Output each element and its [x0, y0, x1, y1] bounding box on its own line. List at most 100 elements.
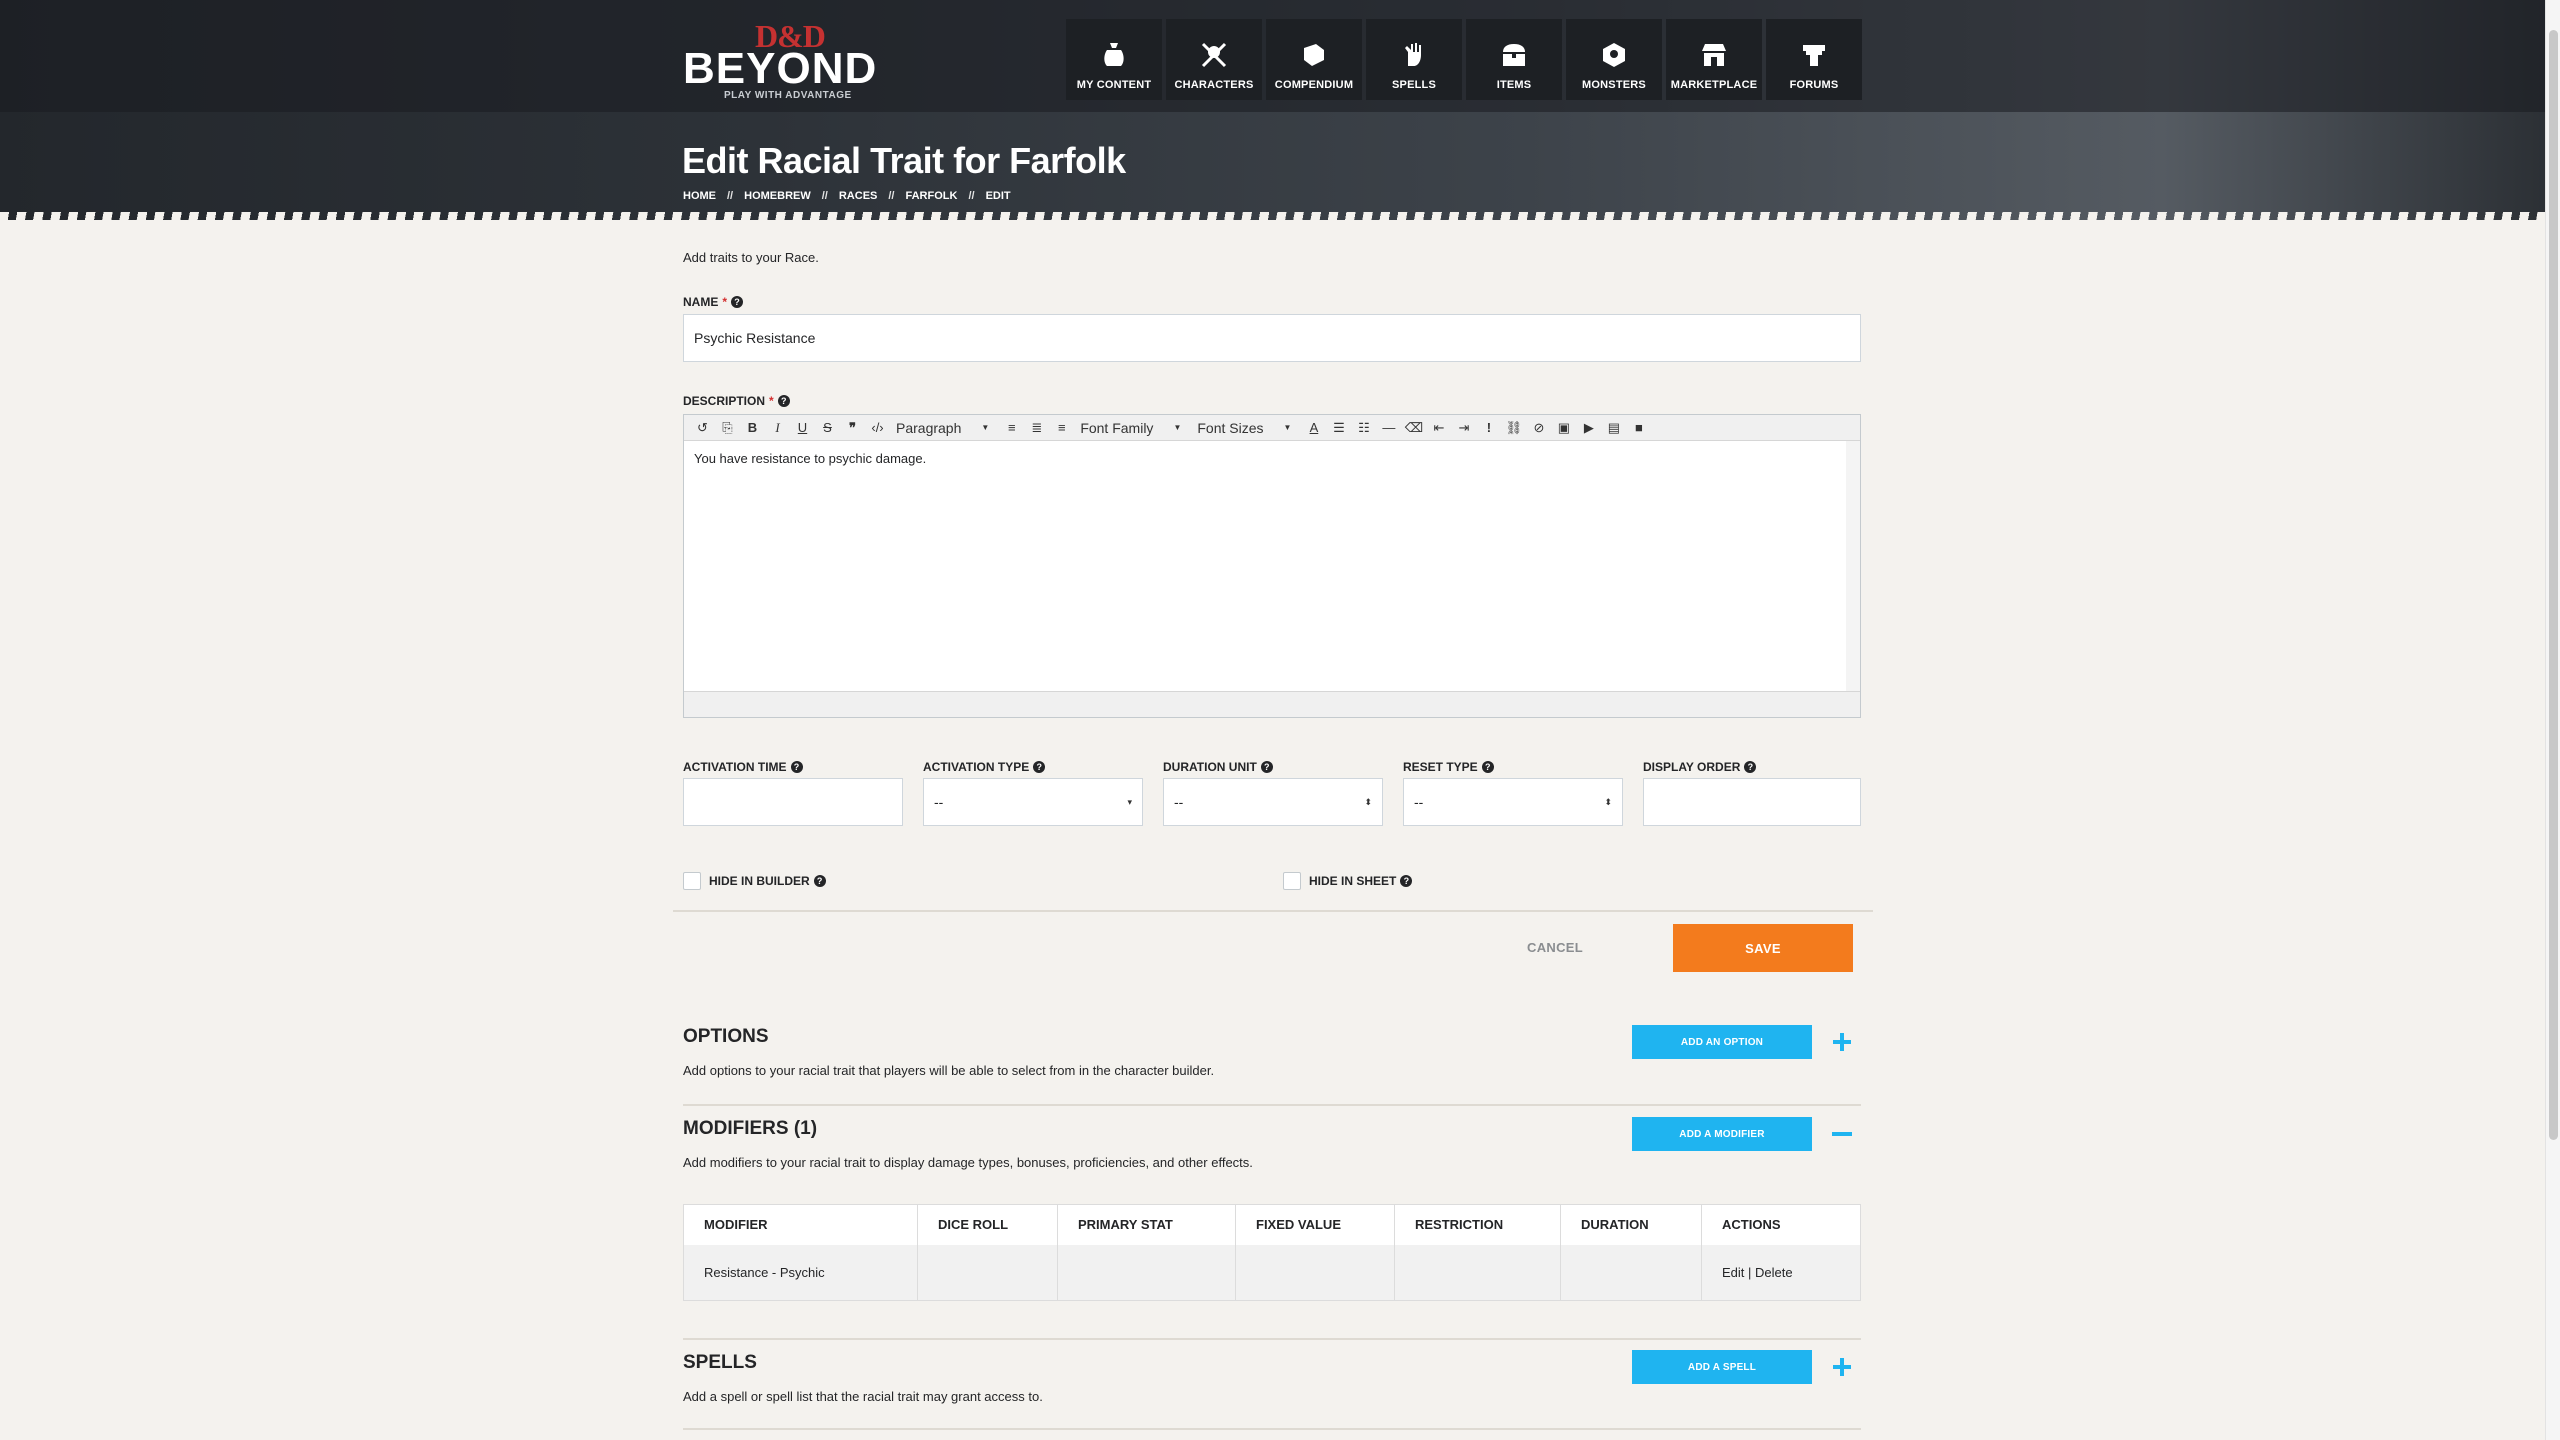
- help-icon[interactable]: ?: [1744, 761, 1757, 773]
- exclamation-icon[interactable]: !: [1476, 420, 1501, 435]
- undo-icon[interactable]: ↺: [690, 420, 715, 436]
- breadcrumb-races[interactable]: RACES: [839, 190, 878, 202]
- reset-type-label-text: RESET TYPE: [1403, 760, 1478, 774]
- description-label: DESCRIPTION * ?: [683, 394, 790, 408]
- video-icon[interactable]: ▶: [1576, 420, 1601, 436]
- hide-in-sheet-label: HIDE IN SHEET: [1309, 874, 1397, 888]
- logo-wordmark: BEYOND: [683, 44, 878, 93]
- align-right-icon[interactable]: ≡: [1049, 420, 1074, 435]
- source-code-icon[interactable]: ■: [1626, 420, 1651, 435]
- nav-spells[interactable]: SPELLS: [1366, 19, 1462, 100]
- paragraph-select-label: Paragraph: [896, 419, 962, 436]
- strikethrough-icon[interactable]: S: [815, 420, 840, 435]
- breadcrumb-homebrew[interactable]: HOMEBREW: [744, 190, 811, 202]
- save-button[interactable]: SAVE: [1673, 924, 1853, 972]
- help-icon[interactable]: ?: [1033, 761, 1046, 773]
- display-order-label: DISPLAY ORDER?: [1643, 760, 1757, 774]
- numbered-list-icon[interactable]: ☷: [1351, 420, 1376, 436]
- modifier-cell: Resistance - Psychic: [683, 1244, 918, 1301]
- bold-icon[interactable]: B: [740, 420, 765, 435]
- hide-in-builder-option: HIDE IN BUILDER ?: [683, 872, 826, 890]
- help-icon[interactable]: ?: [790, 761, 803, 773]
- name-input-value: Psychic Resistance: [694, 330, 816, 346]
- nav-items[interactable]: ITEMS: [1466, 19, 1562, 100]
- align-center-icon[interactable]: ≣: [1024, 420, 1049, 436]
- modifiers-table: MODIFIER DICE ROLL PRIMARY STAT FIXED VA…: [683, 1204, 1861, 1301]
- eraser-icon[interactable]: ⌫: [1401, 420, 1426, 436]
- activation-time-input[interactable]: [683, 778, 903, 826]
- activation-type-label-text: ACTIVATION TYPE: [923, 760, 1030, 774]
- italic-icon[interactable]: I: [765, 420, 790, 436]
- monster-icon: [1603, 43, 1625, 67]
- add-modifier-button[interactable]: ADD A MODIFIER: [1632, 1117, 1812, 1151]
- font-sizes-select[interactable]: Font Sizes ▼: [1191, 420, 1301, 436]
- help-icon[interactable]: ?: [1400, 875, 1413, 887]
- breadcrumb-farfolk[interactable]: FARFOLK: [906, 190, 958, 202]
- breadcrumb-edit[interactable]: EDIT: [986, 190, 1011, 202]
- nav-label: MONSTERS: [1582, 79, 1646, 91]
- page-scrollbar[interactable]: [2545, 0, 2560, 1440]
- nav-monsters[interactable]: MONSTERS: [1566, 19, 1662, 100]
- name-input[interactable]: Psychic Resistance: [683, 314, 1861, 362]
- editor-content-area[interactable]: You have resistance to psychic damage.: [684, 441, 1860, 691]
- help-icon[interactable]: ?: [1481, 761, 1494, 773]
- image-icon[interactable]: ▣: [1551, 420, 1576, 436]
- nav-characters[interactable]: CHARACTERS: [1166, 19, 1262, 100]
- duration-unit-select[interactable]: -- ⬍: [1163, 778, 1383, 826]
- underline-icon[interactable]: U: [790, 420, 815, 435]
- text-color-icon[interactable]: A: [1301, 420, 1326, 435]
- chevron-down-icon: ▾: [1127, 796, 1132, 807]
- add-option-button[interactable]: ADD AN OPTION: [1632, 1025, 1812, 1059]
- book-icon: [1304, 44, 1324, 66]
- logo-tagline: PLAY WITH ADVANTAGE: [724, 90, 852, 101]
- edit-link[interactable]: Edit: [1722, 1265, 1744, 1280]
- activation-type-select[interactable]: -- ▾: [923, 778, 1143, 826]
- help-icon[interactable]: ?: [1260, 761, 1273, 773]
- indent-icon[interactable]: ⇥: [1451, 420, 1476, 436]
- scrollbar-thumb[interactable]: [2549, 30, 2558, 1140]
- primary-stat-cell: [1057, 1244, 1236, 1301]
- help-icon[interactable]: ?: [813, 875, 826, 887]
- bullet-list-icon[interactable]: ☰: [1326, 420, 1351, 436]
- minus-icon[interactable]: [1831, 1123, 1853, 1145]
- align-left-icon[interactable]: ≡: [999, 420, 1024, 435]
- help-icon[interactable]: ?: [777, 395, 790, 407]
- restriction-cell: [1394, 1244, 1561, 1301]
- unlink-icon[interactable]: ⊘: [1526, 420, 1551, 436]
- blockquote-icon[interactable]: ❞: [840, 420, 865, 436]
- hide-in-sheet-checkbox[interactable]: [1283, 872, 1301, 890]
- link-icon[interactable]: ⛓: [1501, 420, 1526, 436]
- nav-label: ITEMS: [1496, 79, 1532, 91]
- chevron-down-icon: ▼: [1173, 423, 1182, 432]
- nav-my-content[interactable]: MY CONTENT: [1066, 19, 1162, 100]
- name-label: NAME * ?: [683, 295, 744, 309]
- reset-type-label: RESET TYPE?: [1403, 760, 1494, 774]
- activation-time-label: ACTIVATION TIME?: [683, 760, 803, 774]
- nav-forums[interactable]: FORUMS: [1766, 19, 1862, 100]
- code-icon[interactable]: ‹/›: [865, 420, 890, 435]
- hide-in-builder-checkbox[interactable]: [683, 872, 701, 890]
- cancel-button[interactable]: CANCEL: [1527, 940, 1583, 955]
- display-order-input[interactable]: [1643, 778, 1861, 826]
- table-row: Resistance - Psychic Edit | Delete: [683, 1244, 1861, 1301]
- reset-type-select[interactable]: -- ⬍: [1403, 778, 1623, 826]
- document-icon[interactable]: ▤: [1601, 420, 1626, 436]
- plus-icon[interactable]: [1831, 1356, 1853, 1378]
- site-logo[interactable]: D&D BEYOND PLAY WITH ADVANTAGE: [683, 18, 893, 102]
- plus-icon[interactable]: [1831, 1031, 1853, 1053]
- nav-marketplace[interactable]: MARKETPLACE: [1666, 19, 1762, 100]
- paragraph-select[interactable]: Paragraph ▼: [890, 420, 999, 436]
- editor-status-bar: [684, 691, 1860, 717]
- horizontal-rule-icon[interactable]: —: [1376, 420, 1401, 435]
- add-spell-button[interactable]: ADD A SPELL: [1632, 1350, 1812, 1384]
- actions-cell: Edit | Delete: [1701, 1244, 1861, 1301]
- delete-link[interactable]: Delete: [1755, 1265, 1793, 1280]
- breadcrumb-home[interactable]: HOME: [683, 190, 716, 202]
- paste-icon[interactable]: ⎘: [715, 420, 740, 436]
- up-down-arrows-icon: ⬍: [1364, 796, 1372, 807]
- nav-compendium[interactable]: COMPENDIUM: [1266, 19, 1362, 100]
- font-family-select[interactable]: Font Family ▼: [1074, 420, 1191, 436]
- nav-label: MARKETPLACE: [1670, 79, 1758, 91]
- outdent-icon[interactable]: ⇤: [1426, 420, 1451, 436]
- help-icon[interactable]: ?: [731, 296, 744, 308]
